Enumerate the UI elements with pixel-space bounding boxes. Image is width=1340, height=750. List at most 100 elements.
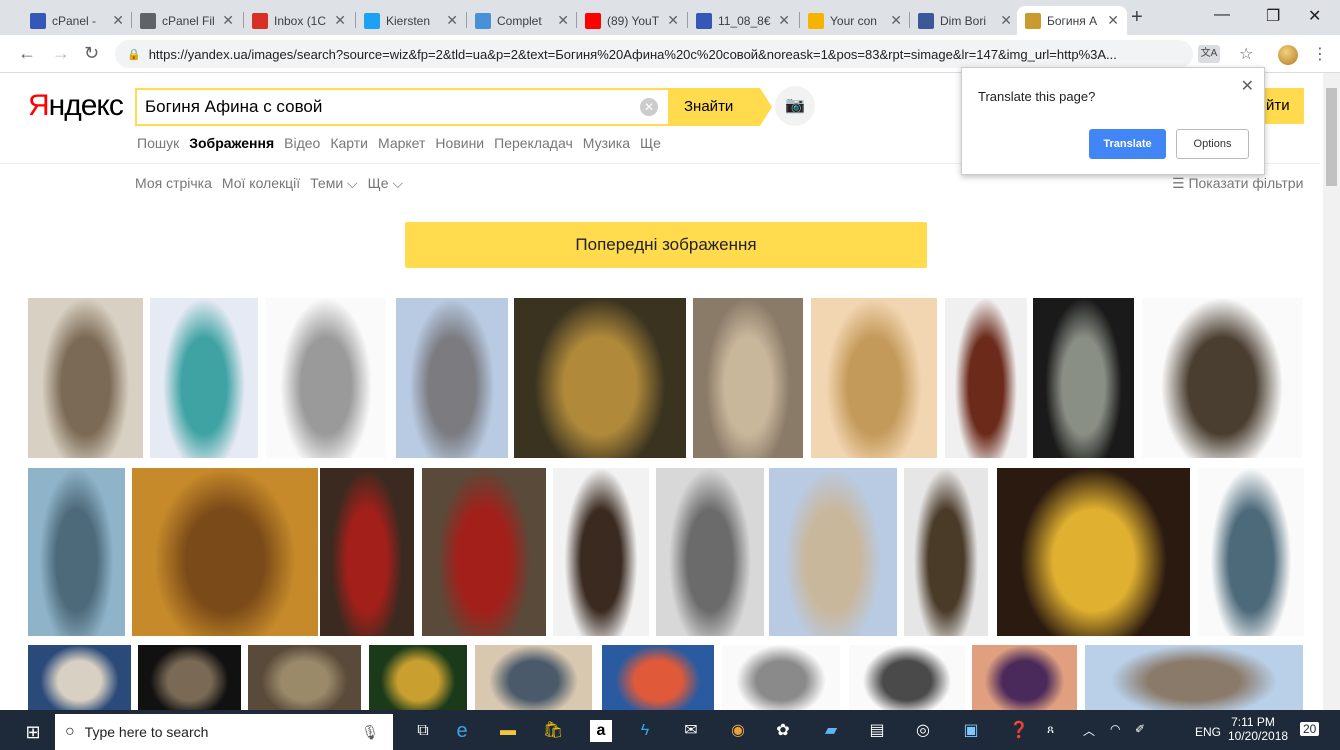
subnav-link[interactable]: Ще ⌵ xyxy=(368,175,403,192)
image-thumbnail[interactable] xyxy=(266,298,386,458)
search-input[interactable] xyxy=(137,97,627,117)
browser-tab[interactable]: Kiersten ✕ xyxy=(356,6,466,35)
clear-search-icon[interactable]: ✕ xyxy=(640,98,658,116)
image-thumbnail[interactable] xyxy=(811,298,937,458)
menu-icon[interactable]: ⋮ xyxy=(1312,44,1328,64)
translate-button[interactable]: Translate xyxy=(1089,129,1166,159)
image-thumbnail[interactable] xyxy=(475,645,592,710)
service-link[interactable]: Новини xyxy=(435,135,484,151)
edge-icon[interactable]: e xyxy=(451,720,473,742)
url-text[interactable]: https://yandex.ua/images/search?source=w… xyxy=(149,47,1159,62)
document-icon[interactable]: ▤ xyxy=(866,720,888,742)
browser-tab[interactable]: cPanel - ✕ xyxy=(22,6,132,35)
close-tab-icon[interactable]: ✕ xyxy=(334,12,346,29)
image-thumbnail[interactable] xyxy=(28,298,143,458)
close-tab-icon[interactable]: ✕ xyxy=(1000,12,1012,29)
previous-images-button[interactable]: Попередні зображення xyxy=(405,222,927,268)
options-button[interactable]: Options xyxy=(1176,129,1249,159)
clock[interactable]: 7:11 PM 10/20/2018 xyxy=(1228,715,1288,743)
image-thumbnail[interactable] xyxy=(693,298,803,458)
image-thumbnail[interactable] xyxy=(972,645,1077,710)
browser-tab[interactable]: Dim Bori ✕ xyxy=(910,6,1020,35)
new-tab-button[interactable]: + xyxy=(1131,6,1143,29)
people-icon[interactable]: ጸ xyxy=(1047,722,1054,737)
chrome-icon[interactable]: ◉ xyxy=(727,720,749,742)
image-thumbnail[interactable] xyxy=(553,468,649,636)
image-thumbnail[interactable] xyxy=(1198,468,1304,636)
image-thumbnail[interactable] xyxy=(396,298,508,458)
browser-tab[interactable]: Богиня А ✕ xyxy=(1017,6,1127,35)
notes-icon[interactable]: ▰ xyxy=(820,720,842,742)
show-filters-link[interactable]: ☰ Показати фільтри xyxy=(1172,175,1303,192)
app-icon[interactable]: ✿ xyxy=(772,720,794,742)
close-tab-icon[interactable]: ✕ xyxy=(1107,12,1119,29)
microphone-icon[interactable]: 🎙 xyxy=(361,724,379,741)
close-tab-icon[interactable]: ✕ xyxy=(222,12,234,29)
image-thumbnail[interactable] xyxy=(138,645,241,710)
notification-center-icon[interactable]: 20 xyxy=(1300,722,1320,736)
amazon-icon[interactable]: a xyxy=(590,720,612,742)
close-tab-icon[interactable]: ✕ xyxy=(778,12,790,29)
translate-icon[interactable]: 文A xyxy=(1198,45,1220,63)
scrollbar-thumb[interactable] xyxy=(1326,88,1337,186)
reload-icon[interactable]: ↻ xyxy=(84,43,99,64)
mail-icon[interactable]: ✉ xyxy=(680,720,702,742)
close-tab-icon[interactable]: ✕ xyxy=(112,12,124,29)
language-indicator[interactable]: ENG xyxy=(1195,725,1221,739)
address-bar[interactable]: 🔒 https://yandex.ua/images/search?source… xyxy=(115,40,1193,68)
subnav-link[interactable]: Моя стрічка xyxy=(135,175,212,192)
yandex-logo[interactable]: Яндекс xyxy=(28,89,124,123)
network-icon[interactable]: ◠ xyxy=(1110,722,1120,736)
image-thumbnail[interactable] xyxy=(28,468,125,636)
file-explorer-icon[interactable]: ▬ xyxy=(497,720,519,742)
image-thumbnail[interactable] xyxy=(369,645,467,710)
search-button-peek[interactable]: йти xyxy=(1262,88,1304,124)
browser-tab[interactable]: Complet ✕ xyxy=(467,6,577,35)
chevron-up-icon[interactable]: ︿ xyxy=(1083,722,1095,739)
service-link[interactable]: Маркет xyxy=(378,135,425,151)
subnav-link[interactable]: Мої колекції xyxy=(222,175,300,192)
image-thumbnail[interactable] xyxy=(132,468,318,636)
browser-tab[interactable]: 11_08_8€ ✕ xyxy=(688,6,798,35)
service-link[interactable]: Карти xyxy=(330,135,368,151)
image-thumbnail[interactable] xyxy=(28,645,131,710)
browser-tab[interactable]: Your con ✕ xyxy=(800,6,910,35)
image-thumbnail[interactable] xyxy=(1085,645,1303,710)
image-thumbnail[interactable] xyxy=(150,298,258,458)
image-thumbnail[interactable] xyxy=(514,298,686,458)
image-thumbnail[interactable] xyxy=(656,468,764,636)
close-tab-icon[interactable]: ✕ xyxy=(667,12,679,29)
image-thumbnail[interactable] xyxy=(904,468,988,636)
service-link[interactable]: Відео xyxy=(284,135,320,151)
image-thumbnail[interactable] xyxy=(849,645,965,710)
browser-tab[interactable]: (89) YouT ✕ xyxy=(577,6,687,35)
camera-search-icon[interactable]: 📷 xyxy=(775,86,815,126)
photos-icon[interactable]: ▣ xyxy=(960,720,982,742)
bookmark-star-icon[interactable]: ☆ xyxy=(1239,44,1253,64)
service-link[interactable]: Ще xyxy=(640,135,661,151)
close-icon[interactable]: ✕ xyxy=(1241,76,1254,96)
close-window-icon[interactable]: ✕ xyxy=(1308,6,1321,26)
back-icon[interactable]: ← xyxy=(18,43,36,64)
media-icon[interactable]: ◎ xyxy=(912,720,934,742)
service-link[interactable]: Музика xyxy=(583,135,630,151)
image-thumbnail[interactable] xyxy=(945,298,1027,458)
service-link[interactable]: Пошук xyxy=(137,135,179,151)
close-tab-icon[interactable]: ✕ xyxy=(890,12,902,29)
lightning-icon[interactable]: ϟ xyxy=(634,720,656,742)
pen-icon[interactable]: ✐ xyxy=(1135,722,1145,736)
forward-icon[interactable]: → xyxy=(52,43,70,64)
help-icon[interactable]: ❓ xyxy=(1008,720,1030,742)
subnav-link[interactable]: Теми ⌵ xyxy=(310,175,358,192)
service-link[interactable]: Зображення xyxy=(189,135,274,151)
taskbar-search[interactable]: ○ Type here to search 🎙 xyxy=(55,714,393,750)
image-thumbnail[interactable] xyxy=(320,468,414,636)
close-tab-icon[interactable]: ✕ xyxy=(446,12,458,29)
maximize-icon[interactable]: ❐ xyxy=(1266,6,1280,26)
image-thumbnail[interactable] xyxy=(602,645,714,710)
image-thumbnail[interactable] xyxy=(1142,298,1302,458)
image-thumbnail[interactable] xyxy=(997,468,1190,636)
image-thumbnail[interactable] xyxy=(422,468,546,636)
windows-start-icon[interactable]: ⊞ xyxy=(22,721,44,743)
browser-tab[interactable]: cPanel Fil ✕ xyxy=(132,6,242,35)
